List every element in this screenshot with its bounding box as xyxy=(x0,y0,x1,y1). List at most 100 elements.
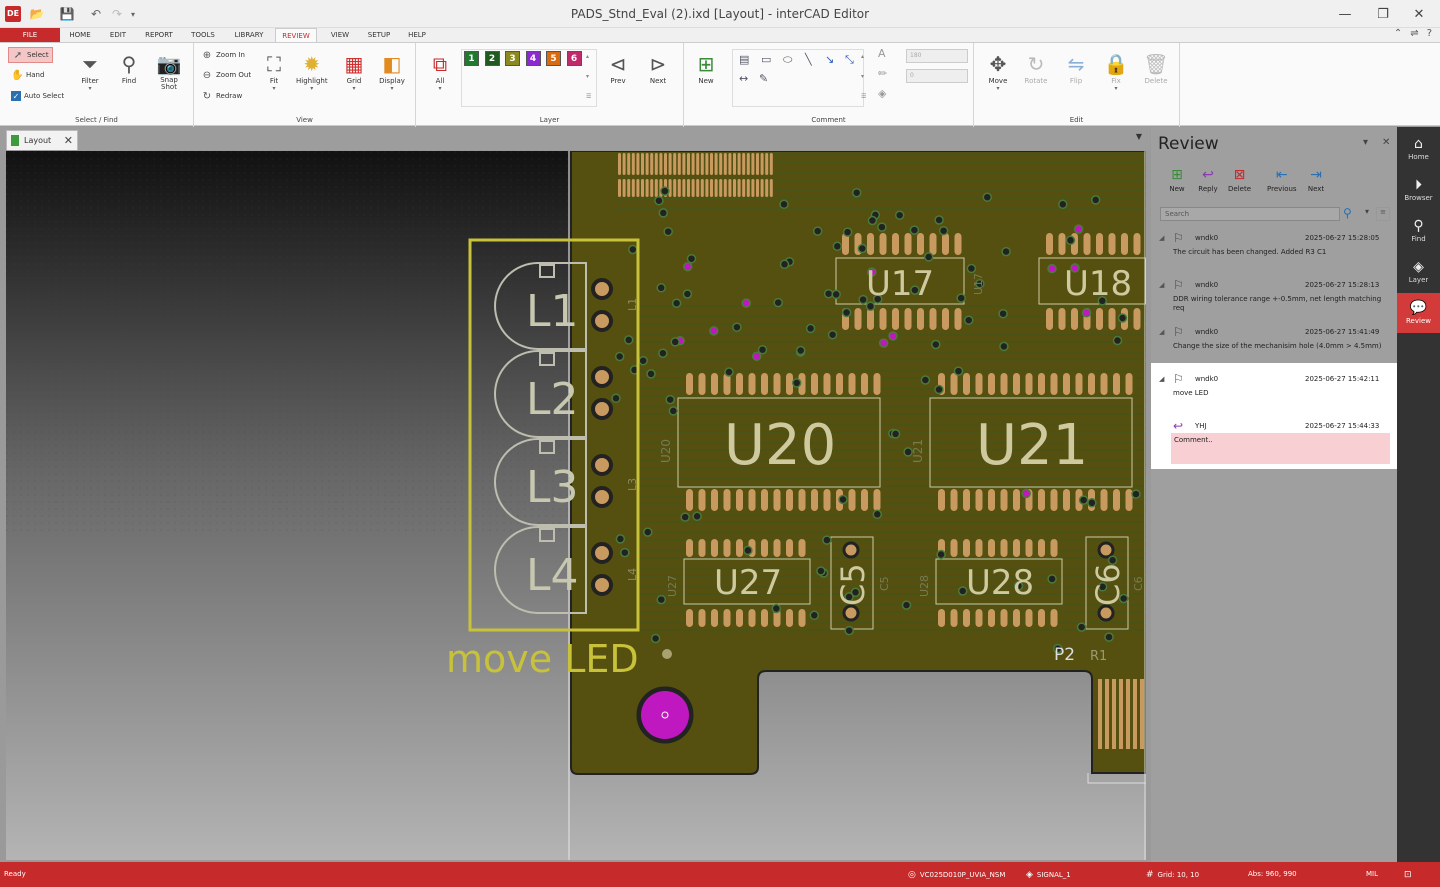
share-icon[interactable]: ⇌ xyxy=(1410,28,1418,39)
fit-button[interactable]: ⛶ Fit ▾ xyxy=(260,51,288,93)
nav-find[interactable]: ⚲ Find xyxy=(1397,211,1440,251)
filter-button[interactable]: ⏷ Filter ▾ xyxy=(76,51,104,93)
ic-pad xyxy=(1025,539,1033,557)
search-icon[interactable]: ⚲ xyxy=(1343,206,1352,220)
status-grid[interactable]: # Grid: 10, 10 xyxy=(1146,870,1199,880)
tab-file[interactable]: FILE xyxy=(0,28,60,42)
status-unit[interactable]: MIL xyxy=(1366,870,1378,878)
maximize-button[interactable]: ❐ xyxy=(1368,4,1398,24)
tab-list-dropdown[interactable]: ▼ xyxy=(1136,132,1142,141)
auto-select-checkbox[interactable]: ✓ Auto Select xyxy=(8,88,67,104)
tab-home[interactable]: HOME xyxy=(64,28,96,42)
font-color-icon[interactable]: A xyxy=(878,47,886,60)
search-options-dropdown[interactable]: ▾ xyxy=(1361,207,1373,221)
zoom-in-button[interactable]: ⊕ Zoom In xyxy=(198,47,248,63)
search-filter-icon[interactable]: ≡ xyxy=(1376,207,1390,221)
status-layer[interactable]: ◈ SIGNAL_1 xyxy=(1026,870,1071,880)
expand-icon[interactable]: ☰ xyxy=(586,93,591,100)
redraw-button[interactable]: ↻ Redraw xyxy=(198,88,245,104)
collapse-triangle-icon[interactable]: ◢ xyxy=(1159,281,1164,289)
next-layer-button[interactable]: ⊳ Next xyxy=(644,51,672,85)
text-box-icon[interactable]: ▤ xyxy=(739,53,749,66)
layout-canvas[interactable]: U17 U18 U20 U21 U27 U28 C5 C6 P2 R1 U20 … xyxy=(6,151,1146,860)
ic-pad xyxy=(736,539,743,557)
ic-pad xyxy=(723,179,727,197)
scroll-up-icon[interactable]: ▴ xyxy=(861,53,864,60)
ic-pad xyxy=(848,489,856,511)
arrow-icon[interactable]: ↘ xyxy=(825,53,834,66)
tab-help[interactable]: HELP xyxy=(402,28,432,42)
ic-pad xyxy=(769,179,773,197)
select-button[interactable]: ➚ Select xyxy=(8,47,53,63)
grid-button[interactable]: ▦ Grid ▾ xyxy=(340,51,368,93)
panel-close-icon[interactable]: ✕ xyxy=(1382,137,1390,148)
review-search-input[interactable]: Search xyxy=(1160,207,1340,221)
close-tab-icon[interactable]: ✕ xyxy=(64,134,73,147)
freehand-icon[interactable]: ✎ xyxy=(759,72,768,85)
all-layers-button[interactable]: ⧉ All ▾ xyxy=(426,51,454,93)
rectangle-icon[interactable]: ▭ xyxy=(761,53,771,66)
fill-color-icon[interactable]: ◈ xyxy=(878,87,886,100)
reply-comment-input[interactable]: Comment.. xyxy=(1171,433,1390,464)
close-button[interactable]: ✕ xyxy=(1404,4,1434,24)
tab-tools[interactable]: TOOLS xyxy=(186,28,220,42)
tab-report[interactable]: REPORT xyxy=(140,28,178,42)
size-combo[interactable]: 180 xyxy=(906,49,968,63)
flip-button[interactable]: ⇋ Flip xyxy=(1062,51,1090,85)
tab-review[interactable]: REVIEW xyxy=(275,28,317,42)
thickness-combo[interactable]: 0 xyxy=(906,69,968,83)
new-comment-button[interactable]: ⊞ New xyxy=(692,51,720,85)
status-fit-icon[interactable]: ⊡ xyxy=(1404,870,1412,880)
nav-review[interactable]: 💬 Review xyxy=(1397,293,1440,333)
double-arrow-icon[interactable]: ⤡ xyxy=(845,53,854,67)
collapse-triangle-icon[interactable]: ◢ xyxy=(1159,234,1164,242)
ellipse-icon[interactable]: ⬭ xyxy=(783,53,792,67)
line-icon[interactable]: ╲ xyxy=(805,53,812,66)
window-title: PADS_Stnd_Eval (2).ixd [Layout] - interC… xyxy=(570,7,870,21)
annotation-text[interactable]: move LED xyxy=(446,637,639,681)
highlight-button[interactable]: ✹ Highlight ▾ xyxy=(296,51,328,93)
nav-layer[interactable]: ◈ Layer xyxy=(1397,252,1440,292)
nav-browser[interactable]: ⏵ Browser xyxy=(1397,170,1440,210)
zoom-out-button[interactable]: ⊖ Zoom Out xyxy=(198,67,254,83)
tab-view[interactable]: VIEW xyxy=(324,28,356,42)
status-net[interactable]: ◎ VC025D010P_UVIA_NSM xyxy=(908,870,1005,880)
scroll-up-icon[interactable]: ▴ xyxy=(586,53,589,60)
ic-pad xyxy=(861,489,868,511)
rotate-button[interactable]: ↻ Rotate xyxy=(1022,51,1050,85)
panel-menu-icon[interactable]: ▾ xyxy=(1363,137,1368,148)
nav-home[interactable]: ⌂ Home xyxy=(1397,129,1440,169)
expand-icon[interactable]: ☰ xyxy=(861,93,866,100)
help-icon[interactable]: ? xyxy=(1427,28,1432,39)
review-previous-button[interactable]: ⇤ Previous xyxy=(1267,165,1297,193)
fix-button[interactable]: 🔒 Fix ▾ xyxy=(1102,51,1130,93)
review-reply-button[interactable]: ↩ Reply xyxy=(1197,165,1219,193)
collapse-ribbon-icon[interactable]: ⌃ xyxy=(1394,28,1402,39)
layers-icon: ◈ xyxy=(1413,259,1424,275)
snapshot-button[interactable]: 📷 Snap Shot xyxy=(152,51,186,91)
tab-edit[interactable]: EDIT xyxy=(104,28,132,42)
hand-button[interactable]: ✋ Hand xyxy=(8,67,47,83)
display-button[interactable]: ◧ Display ▾ xyxy=(378,51,406,93)
prev-layer-button[interactable]: ⊲ Prev xyxy=(604,51,632,85)
via xyxy=(938,225,949,236)
collapse-triangle-icon[interactable]: ◢ xyxy=(1159,375,1164,383)
ic-pad xyxy=(1050,539,1058,557)
move-button[interactable]: ✥ Move ▾ xyxy=(984,51,1012,93)
tab-library[interactable]: LIBRARY xyxy=(228,28,270,42)
review-new-button[interactable]: ⊞ New xyxy=(1166,165,1188,193)
review-delete-button[interactable]: ⊠ Delete xyxy=(1228,165,1251,193)
collapse-triangle-icon[interactable]: ◢ xyxy=(1159,328,1164,336)
scroll-down-icon[interactable]: ▾ xyxy=(861,73,864,80)
tab-setup[interactable]: SETUP xyxy=(362,28,396,42)
minimize-button[interactable]: — xyxy=(1330,4,1360,24)
find-button[interactable]: ⚲ Find xyxy=(115,51,143,85)
dimension-icon[interactable]: ↔ xyxy=(739,72,748,85)
delete-button[interactable]: 🗑 Delete xyxy=(1142,51,1170,85)
line-color-icon[interactable]: ✏ xyxy=(878,67,887,80)
ic-pad xyxy=(698,539,706,557)
scroll-down-icon[interactable]: ▾ xyxy=(586,73,589,80)
tab-layout[interactable]: Layout ✕ xyxy=(6,130,78,150)
ic-pad xyxy=(636,153,640,175)
review-next-button[interactable]: ⇥ Next xyxy=(1305,165,1327,193)
